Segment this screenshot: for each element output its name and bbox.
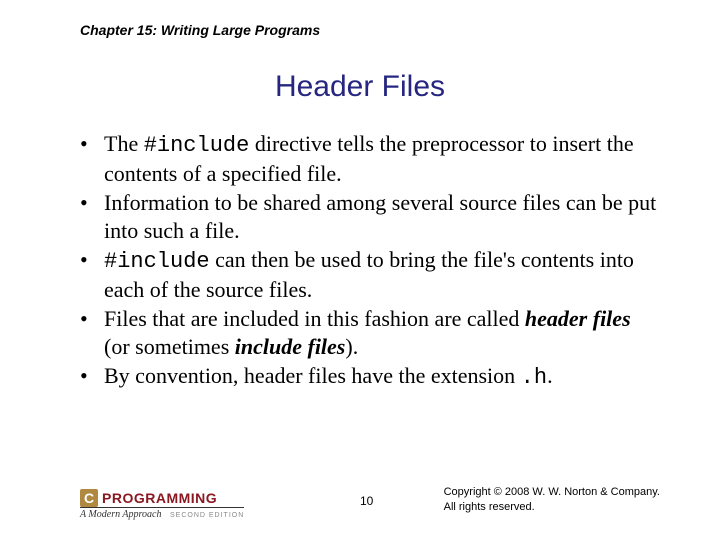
c-badge-icon: C: [80, 489, 98, 507]
bullet-marker: •: [80, 130, 104, 158]
logo-edition: SECOND EDITION: [170, 512, 244, 519]
logo-word: PROGRAMMING: [102, 490, 217, 506]
book-logo: C PROGRAMMING A Modern Approach SECOND E…: [80, 489, 244, 520]
bullet-text: Files that are included in this fashion …: [104, 305, 660, 360]
slide-title: Header Files: [0, 70, 720, 104]
footer: C PROGRAMMING A Modern Approach SECOND E…: [80, 480, 660, 520]
bullet-text: Information to be shared among several s…: [104, 189, 660, 244]
bullet-text: The #include directive tells the preproc…: [104, 130, 660, 187]
bullet-marker: •: [80, 189, 104, 217]
bullet-item: •Information to be shared among several …: [80, 189, 660, 244]
copyright: Copyright © 2008 W. W. Norton & Company.…: [444, 485, 660, 514]
page-number: 10: [360, 494, 373, 508]
bullet-marker: •: [80, 362, 104, 390]
bullet-item: •#include can then be used to bring the …: [80, 246, 660, 303]
bullet-item: •The #include directive tells the prepro…: [80, 130, 660, 187]
bullet-marker: •: [80, 246, 104, 274]
logo-subtitle: A Modern Approach SECOND EDITION: [80, 507, 244, 520]
copyright-line-1: Copyright © 2008 W. W. Norton & Company.: [444, 485, 660, 499]
bullet-text: #include can then be used to bring the f…: [104, 246, 660, 303]
bullet-item: •Files that are included in this fashion…: [80, 305, 660, 360]
bullet-text: By convention, header files have the ext…: [104, 362, 660, 392]
bullet-list: •The #include directive tells the prepro…: [80, 130, 660, 394]
copyright-line-2: All rights reserved.: [444, 500, 660, 514]
bullet-item: •By convention, header files have the ex…: [80, 362, 660, 392]
bullet-marker: •: [80, 305, 104, 333]
chapter-heading: Chapter 15: Writing Large Programs: [80, 22, 320, 38]
